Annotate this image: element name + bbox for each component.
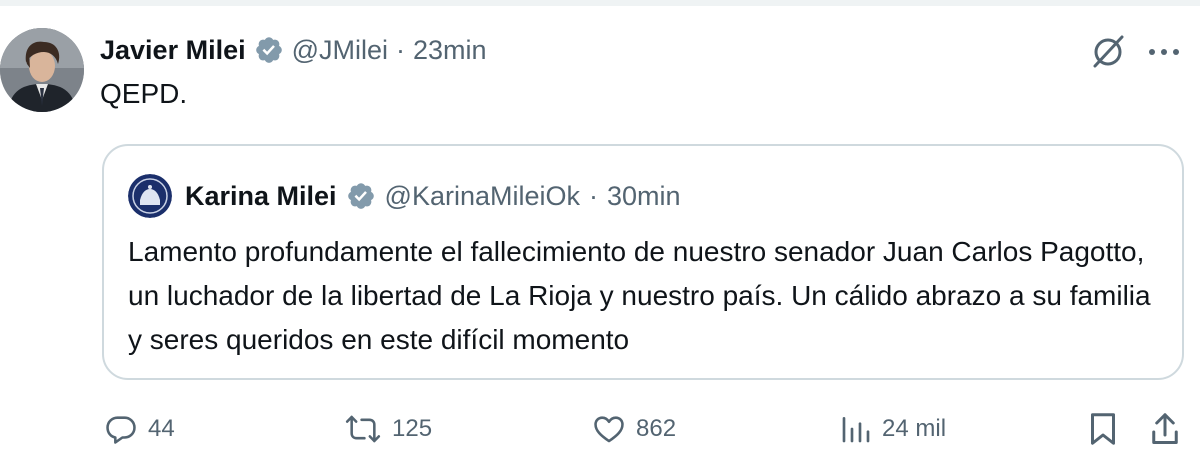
views-count: 24 mil: [882, 415, 947, 442]
reply-button[interactable]: 44: [104, 408, 175, 450]
quoted-author-name[interactable]: Karina Milei: [185, 181, 337, 212]
like-icon: [592, 412, 626, 446]
action-bar: 44 125 862 24 mil: [0, 404, 1200, 454]
repost-icon: [344, 412, 382, 446]
views-button[interactable]: 24 mil: [840, 408, 946, 450]
views-icon: [840, 412, 872, 446]
repost-count: 125: [392, 415, 433, 442]
more-icon[interactable]: [1146, 32, 1182, 72]
reply-count: 44: [148, 415, 175, 442]
quoted-author-handle[interactable]: @KarinaMileiOk: [385, 181, 580, 212]
post-text: QEPD.: [100, 78, 188, 109]
quoted-avatar[interactable]: [128, 174, 172, 218]
quoted-header: Karina Milei @KarinaMileiOk · 30min: [128, 174, 681, 218]
quoted-separator-dot: ·: [589, 180, 599, 211]
share-button[interactable]: [1150, 408, 1180, 450]
post-time[interactable]: 23min: [413, 35, 487, 66]
author-handle[interactable]: @JMilei: [292, 35, 388, 66]
repost-button[interactable]: 125: [344, 408, 432, 450]
tweet[interactable]: Javier Milei @JMilei · 23min QEPD. Karin…: [0, 0, 1200, 469]
reply-icon: [104, 412, 138, 446]
post-header: Javier Milei @JMilei · 23min: [100, 30, 487, 70]
top-divider: [0, 0, 1200, 6]
like-button[interactable]: 862: [592, 408, 676, 450]
separator-dot: ·: [396, 34, 406, 65]
like-count: 862: [636, 415, 677, 442]
quoted-post-time[interactable]: 30min: [607, 181, 681, 212]
quoted-post-text: Lamento profundamente el fallecimiento d…: [128, 236, 1151, 355]
avatar[interactable]: [0, 28, 84, 112]
bookmark-icon: [1088, 411, 1118, 447]
bookmark-button[interactable]: [1088, 408, 1118, 450]
quoted-verified-badge-icon: [346, 181, 376, 211]
verified-badge-icon: [254, 35, 284, 65]
share-icon: [1150, 411, 1180, 447]
author-name[interactable]: Javier Milei: [100, 35, 246, 66]
quoted-post[interactable]: Karina Milei @KarinaMileiOk · 30min Lame…: [102, 144, 1184, 380]
grok-icon[interactable]: [1088, 32, 1128, 72]
